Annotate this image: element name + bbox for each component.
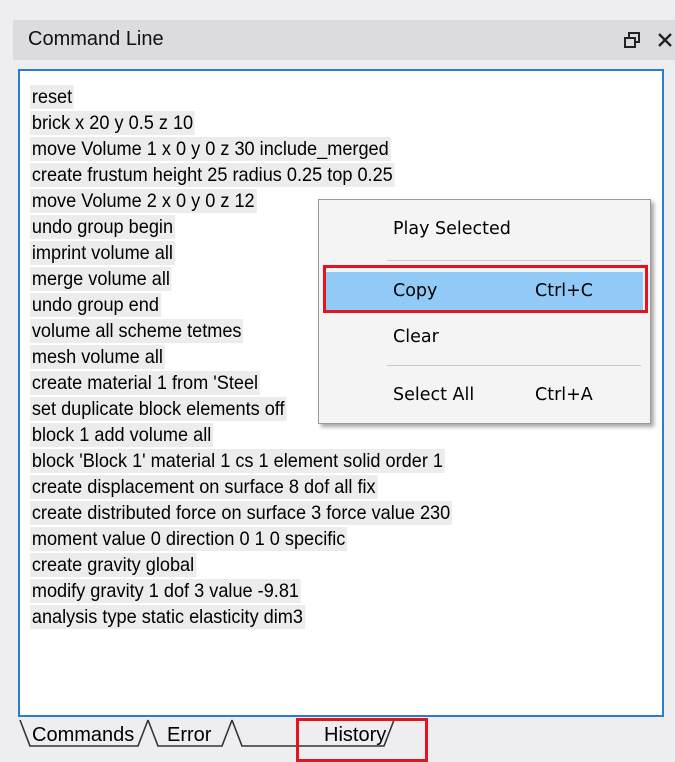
float-window-icon[interactable] [622, 30, 642, 50]
history-line[interactable]: reset [30, 85, 75, 109]
history-line[interactable]: block 'Block 1' material 1 cs 1 element … [30, 449, 445, 473]
panel-title: Command Line [28, 28, 164, 50]
menu-item-label: Select All [393, 385, 475, 405]
menu-item-label: Clear [393, 327, 439, 347]
menu-separator [387, 260, 641, 261]
tab-bar: Commands Error History [18, 718, 664, 762]
close-icon[interactable] [656, 31, 674, 49]
history-line[interactable]: create gravity global [30, 553, 197, 577]
menu-item-shortcut: Ctrl+A [535, 385, 593, 405]
tab-commands[interactable]: Commands [20, 718, 148, 758]
history-line[interactable]: create distributed force on surface 3 fo… [30, 501, 453, 525]
context-menu: Play Selected Copy Ctrl+C Clear Select A… [318, 199, 651, 424]
history-line[interactable]: block 1 add volume all [30, 423, 214, 447]
history-line[interactable]: move Volume 1 x 0 y 0 z 30 include_merge… [30, 137, 391, 161]
panel-titlebar[interactable]: Command Line [13, 20, 675, 60]
menu-item-shortcut: Ctrl+C [535, 281, 594, 301]
history-line[interactable]: moment value 0 direction 0 1 0 specific [30, 527, 348, 551]
history-line[interactable]: modify gravity 1 dof 3 value -9.81 [30, 579, 301, 603]
menu-item-copy[interactable]: Copy Ctrl+C [325, 272, 643, 310]
history-line[interactable]: create displacement on surface 8 dof all… [30, 475, 378, 499]
menu-item-select-all[interactable]: Select All Ctrl+A [325, 376, 643, 414]
history-line[interactable]: merge volume all [30, 267, 172, 291]
history-line[interactable]: create material 1 from 'Steel [30, 371, 260, 395]
menu-separator [387, 365, 641, 366]
menu-item-label: Copy [393, 281, 438, 301]
history-line[interactable]: undo group end [30, 293, 161, 317]
history-line[interactable]: move Volume 2 x 0 y 0 z 12 [30, 189, 257, 213]
history-line[interactable]: create frustum height 25 radius 0.25 top… [30, 163, 395, 187]
menu-item-play-selected[interactable]: Play Selected [325, 210, 643, 248]
tab-error-label: Error [167, 724, 212, 746]
tab-error[interactable]: Error [148, 718, 232, 758]
tab-commands-label: Commands [32, 724, 135, 746]
command-line-panel: Command Line reset brick x 20 y 0.5 z 10… [0, 0, 675, 762]
history-line[interactable]: undo group begin [30, 215, 175, 239]
history-line[interactable]: volume all scheme tetmes [30, 319, 244, 343]
tab-history[interactable]: History [232, 718, 394, 758]
history-line[interactable]: set duplicate block elements off [30, 397, 287, 421]
history-line[interactable]: imprint volume all [30, 241, 175, 265]
history-line[interactable]: brick x 20 y 0.5 z 10 [30, 111, 196, 135]
history-line[interactable]: mesh volume all [30, 345, 165, 369]
tab-history-label: History [324, 724, 387, 746]
menu-item-clear[interactable]: Clear [325, 318, 643, 356]
history-line[interactable]: analysis type static elasticity dim3 [30, 605, 305, 629]
menu-item-label: Play Selected [393, 219, 511, 239]
